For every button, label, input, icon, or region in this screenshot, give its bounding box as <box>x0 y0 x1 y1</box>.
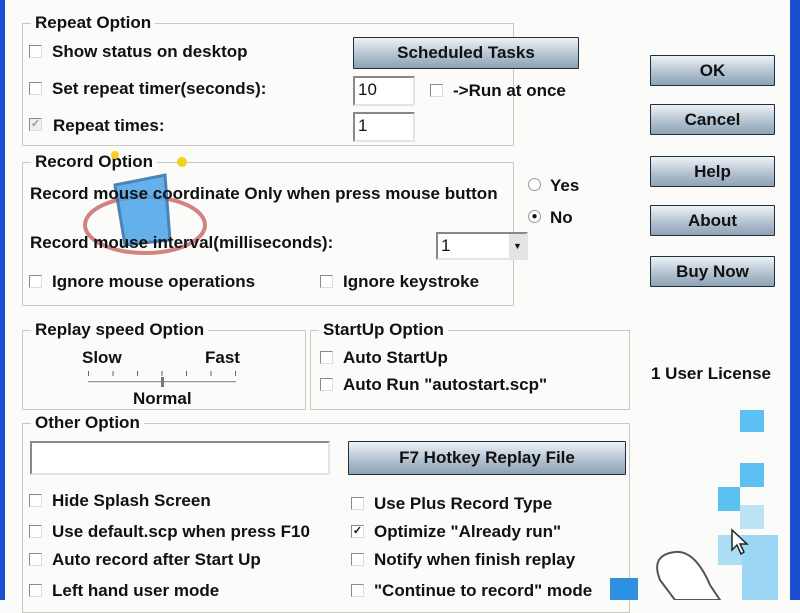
yes-radio[interactable] <box>528 178 541 191</box>
record-interval-label: Record mouse interval(milliseconds): <box>30 233 334 252</box>
repeat-times-checkbox[interactable]: ✓ <box>29 118 42 131</box>
no-radio[interactable]: ● <box>528 210 541 223</box>
auto-startup-label: Auto StartUp <box>343 348 448 367</box>
auto-record-checkbox[interactable] <box>29 553 42 566</box>
continue-record-checkbox[interactable] <box>351 584 364 597</box>
use-default-label: Use default.scp when press F10 <box>52 522 310 541</box>
mouse-icon <box>656 550 722 600</box>
left-hand-checkbox[interactable] <box>29 584 42 597</box>
set-repeat-timer-checkbox[interactable] <box>29 82 42 95</box>
record-coordinate-label: Record mouse coordinate Only when press … <box>30 184 498 203</box>
no-label: No <box>550 208 573 227</box>
f7-hotkey-replay-file-button[interactable]: F7 Hotkey Replay File <box>348 441 626 475</box>
optimize-checkbox[interactable]: ✓ <box>351 525 364 538</box>
cursor-icon <box>731 528 749 556</box>
notify-label: Notify when finish replay <box>374 550 576 569</box>
record-interval-value: 1 <box>441 236 451 255</box>
window-border-left <box>0 0 5 600</box>
show-status-label: Show status on desktop <box>52 42 248 61</box>
ignore-keystroke-checkbox[interactable] <box>320 275 333 288</box>
scheduled-tasks-button[interactable]: Scheduled Tasks <box>353 37 579 69</box>
ignore-mouse-label: Ignore mouse operations <box>52 272 256 291</box>
ignore-mouse-checkbox[interactable] <box>29 275 42 288</box>
optimize-label: Optimize "Already run" <box>374 522 562 541</box>
license-label: 1 User License <box>651 364 772 383</box>
auto-record-label: Auto record after Start Up <box>52 550 261 569</box>
fast-label: Fast <box>205 348 240 367</box>
auto-run-checkbox[interactable] <box>320 378 333 391</box>
run-at-once-label: ->Run at once <box>453 81 566 100</box>
replay-file-input[interactable] <box>30 441 330 475</box>
dropdown-arrow-icon[interactable]: ▼ <box>509 234 526 258</box>
other-option-title: Other Option <box>31 413 144 433</box>
run-at-once-checkbox[interactable] <box>430 84 443 97</box>
plus-record-label: Use Plus Record Type <box>374 494 553 513</box>
ignore-keystroke-label: Ignore keystroke <box>343 272 480 291</box>
startup-option-group: StartUp Option <box>310 320 630 410</box>
record-interval-select[interactable]: 1 ▼ <box>436 232 528 260</box>
show-status-checkbox[interactable] <box>29 45 42 58</box>
repeat-times-label: Repeat times: <box>53 116 165 135</box>
normal-label: Normal <box>133 389 192 408</box>
hide-splash-label: Hide Splash Screen <box>52 491 211 510</box>
use-default-checkbox[interactable] <box>29 525 42 538</box>
replay-speed-title: Replay speed Option <box>31 320 209 340</box>
replay-speed-slider[interactable] <box>88 371 236 387</box>
app-logo-icon <box>83 151 207 255</box>
plus-record-checkbox[interactable] <box>351 497 364 510</box>
repeat-times-input[interactable]: 1 <box>353 112 415 142</box>
slow-label: Slow <box>82 348 122 367</box>
repeat-timer-input[interactable]: 10 <box>353 76 415 106</box>
continue-record-label: "Continue to record" mode <box>374 581 593 600</box>
slider-ticks <box>88 371 236 376</box>
cancel-button[interactable]: Cancel <box>650 104 775 135</box>
auto-startup-checkbox[interactable] <box>320 351 333 364</box>
about-button[interactable]: About <box>650 205 775 236</box>
ok-button[interactable]: OK <box>650 55 775 86</box>
set-repeat-timer-label: Set repeat timer(seconds): <box>52 79 267 98</box>
startup-option-title: StartUp Option <box>319 320 448 340</box>
repeat-option-title: Repeat Option <box>31 13 156 33</box>
left-hand-label: Left hand user mode <box>52 581 220 600</box>
auto-run-label: Auto Run "autostart.scp" <box>343 375 548 394</box>
window-border-right <box>790 0 800 600</box>
slider-thumb[interactable] <box>161 377 164 387</box>
buy-now-button[interactable]: Buy Now <box>650 256 775 287</box>
yes-label: Yes <box>550 176 580 195</box>
help-button[interactable]: Help <box>650 156 775 187</box>
hide-splash-checkbox[interactable] <box>29 494 42 507</box>
notify-checkbox[interactable] <box>351 553 364 566</box>
